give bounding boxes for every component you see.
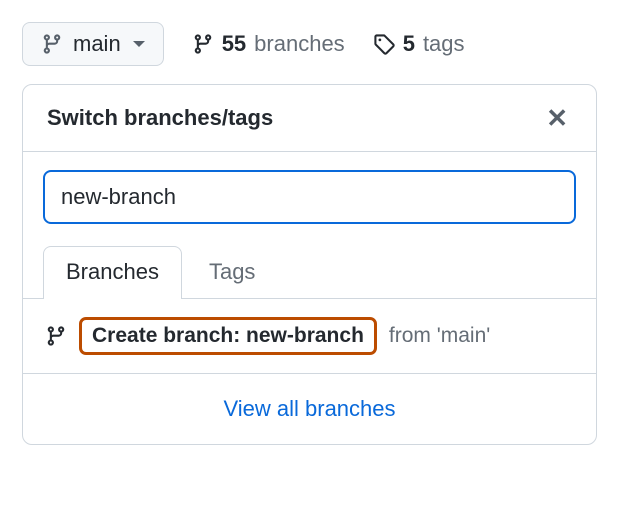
branch-icon <box>192 33 214 55</box>
tag-count-label: tags <box>423 31 465 57</box>
branch-switcher-popover: Switch branches/tags ✕ Branches Tags Cre… <box>22 84 597 445</box>
branch-count: 55 <box>222 31 246 57</box>
branch-search-input[interactable] <box>43 170 576 224</box>
branch-selector-button[interactable]: main <box>22 22 164 66</box>
create-branch-from: from 'main' <box>389 324 490 348</box>
tag-count: 5 <box>403 31 415 57</box>
popover-title: Switch branches/tags <box>47 105 273 131</box>
branch-icon <box>41 33 63 55</box>
close-icon[interactable]: ✕ <box>542 101 572 135</box>
current-branch-label: main <box>73 31 121 57</box>
tab-branches[interactable]: Branches <box>43 246 182 299</box>
create-branch-highlight: Create branch: new-branch <box>79 317 377 355</box>
branches-link[interactable]: 55 branches <box>192 31 345 57</box>
tags-link[interactable]: 5 tags <box>373 31 465 57</box>
caret-down-icon <box>133 41 145 47</box>
branch-icon <box>45 325 67 347</box>
view-all-branches-link[interactable]: View all branches <box>23 374 596 444</box>
tab-tags[interactable]: Tags <box>186 246 278 299</box>
branch-count-label: branches <box>254 31 345 57</box>
create-branch-item[interactable]: Create branch: new-branch from 'main' <box>23 299 596 374</box>
tag-icon <box>373 33 395 55</box>
